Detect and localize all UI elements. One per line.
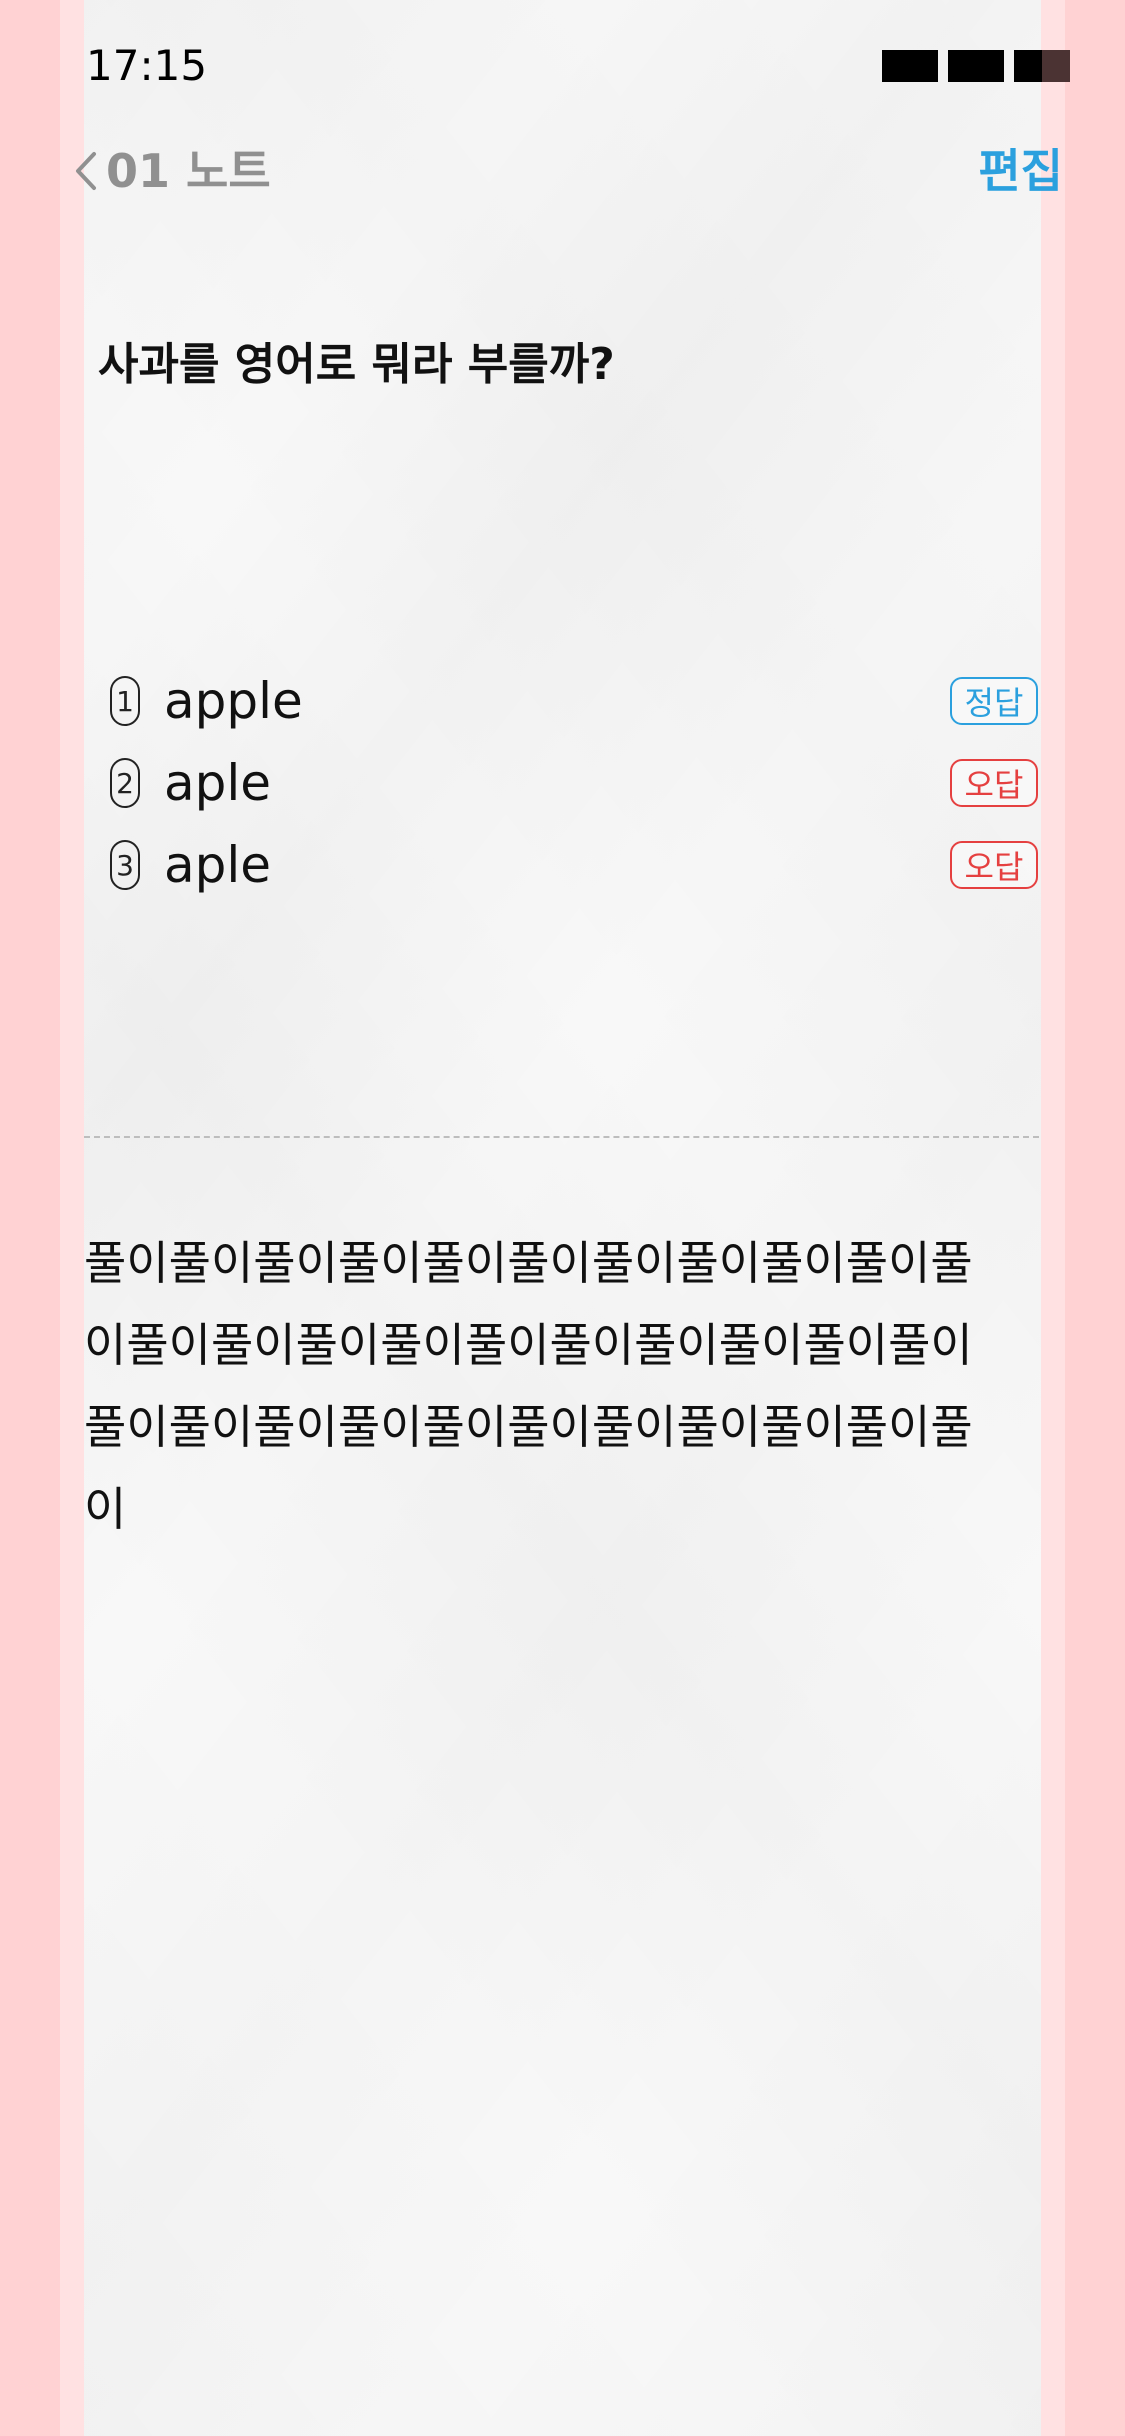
- option-text: aple: [164, 836, 272, 894]
- option-item-2[interactable]: 2 aple 오답: [110, 742, 1040, 824]
- wifi-icon: [948, 50, 1004, 82]
- cellular-signal-icon: [882, 50, 938, 82]
- wrong-badge: 오답: [950, 841, 1038, 889]
- option-number-badge: 1: [110, 676, 140, 726]
- back-button[interactable]: 01 노트: [70, 140, 271, 202]
- option-item-3[interactable]: 3 aple 오답: [110, 824, 1040, 906]
- edit-button[interactable]: 편집: [978, 140, 1063, 202]
- battery-icon: [1014, 50, 1070, 82]
- section-divider: [84, 1136, 1039, 1138]
- option-text: apple: [164, 672, 303, 730]
- option-text: aple: [164, 754, 272, 812]
- explanation-text: 풀이풀이풀이풀이풀이풀이풀이풀이풀이풀이풀이풀이풀이풀이풀이풀이풀이풀이풀이풀이…: [84, 1236, 973, 1536]
- back-label: 01 노트: [106, 144, 271, 198]
- chevron-left-icon: [76, 152, 96, 190]
- wrong-badge: 오답: [950, 759, 1038, 807]
- option-number-badge: 2: [110, 758, 140, 808]
- status-time: 17:15: [86, 41, 208, 90]
- option-item-1[interactable]: 1 apple 정답: [110, 660, 1040, 742]
- option-list: 1 apple 정답 2 aple 오답 3 aple 오답: [110, 660, 1040, 906]
- status-icons: [882, 50, 1070, 82]
- frame-stripe-left: [60, 0, 84, 2436]
- option-number-badge: 3: [110, 840, 140, 890]
- correct-badge: 정답: [950, 677, 1038, 725]
- frame-stripe-right: [1041, 0, 1065, 2436]
- question-text: 사과를 영어로 뭐라 부를까?: [98, 339, 615, 390]
